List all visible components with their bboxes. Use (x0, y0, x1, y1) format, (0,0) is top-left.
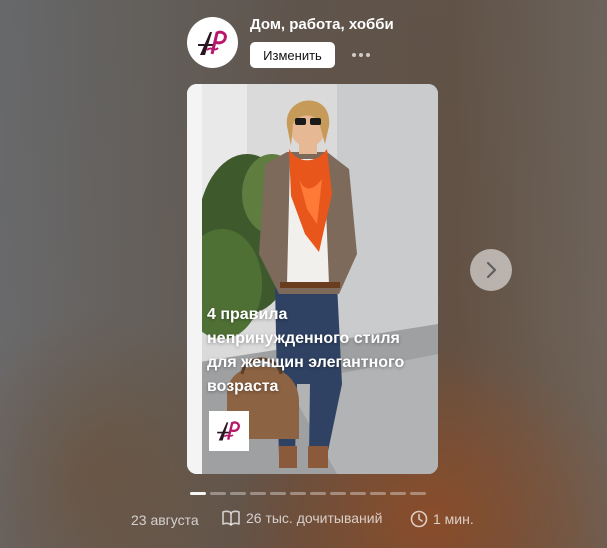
more-dot-icon (352, 53, 356, 57)
story-card[interactable]: 4 правила непринужденного стиля для женщ… (187, 84, 438, 474)
story-title: 4 правила непринужденного стиля для женщ… (207, 306, 405, 395)
progress-segment (190, 492, 206, 495)
progress-segment (390, 492, 406, 495)
progress-segment (250, 492, 266, 495)
progress-segment (210, 492, 226, 495)
more-options-button[interactable] (349, 46, 373, 64)
next-story-button[interactable] (470, 249, 512, 291)
read-count: 26 тыс. дочитываний (221, 510, 382, 526)
channel-logo-icon (197, 30, 227, 55)
chevron-right-icon (486, 261, 497, 279)
channel-logo-icon (217, 421, 240, 441)
progress-segment (350, 492, 366, 495)
progress-segment (230, 492, 246, 495)
story-progress (190, 492, 426, 495)
progress-segment (310, 492, 326, 495)
progress-segment (370, 492, 386, 495)
read-time-label: 1 мин. (433, 511, 474, 527)
read-time: 1 мин. (410, 510, 474, 528)
publish-date: 23 августа (131, 512, 199, 528)
story-channel-logo (209, 411, 249, 451)
read-count-label: 26 тыс. дочитываний (246, 510, 383, 526)
channel-avatar[interactable] (187, 17, 238, 68)
progress-segment (270, 492, 286, 495)
progress-segment (330, 492, 346, 495)
book-icon (222, 510, 240, 526)
more-dot-icon (366, 53, 370, 57)
more-dot-icon (359, 53, 363, 57)
progress-segment (410, 492, 426, 495)
progress-segment (290, 492, 306, 495)
channel-name[interactable]: Дом, работа, хобби (250, 16, 394, 33)
change-button[interactable]: Изменить (250, 42, 335, 68)
clock-icon (410, 510, 428, 528)
